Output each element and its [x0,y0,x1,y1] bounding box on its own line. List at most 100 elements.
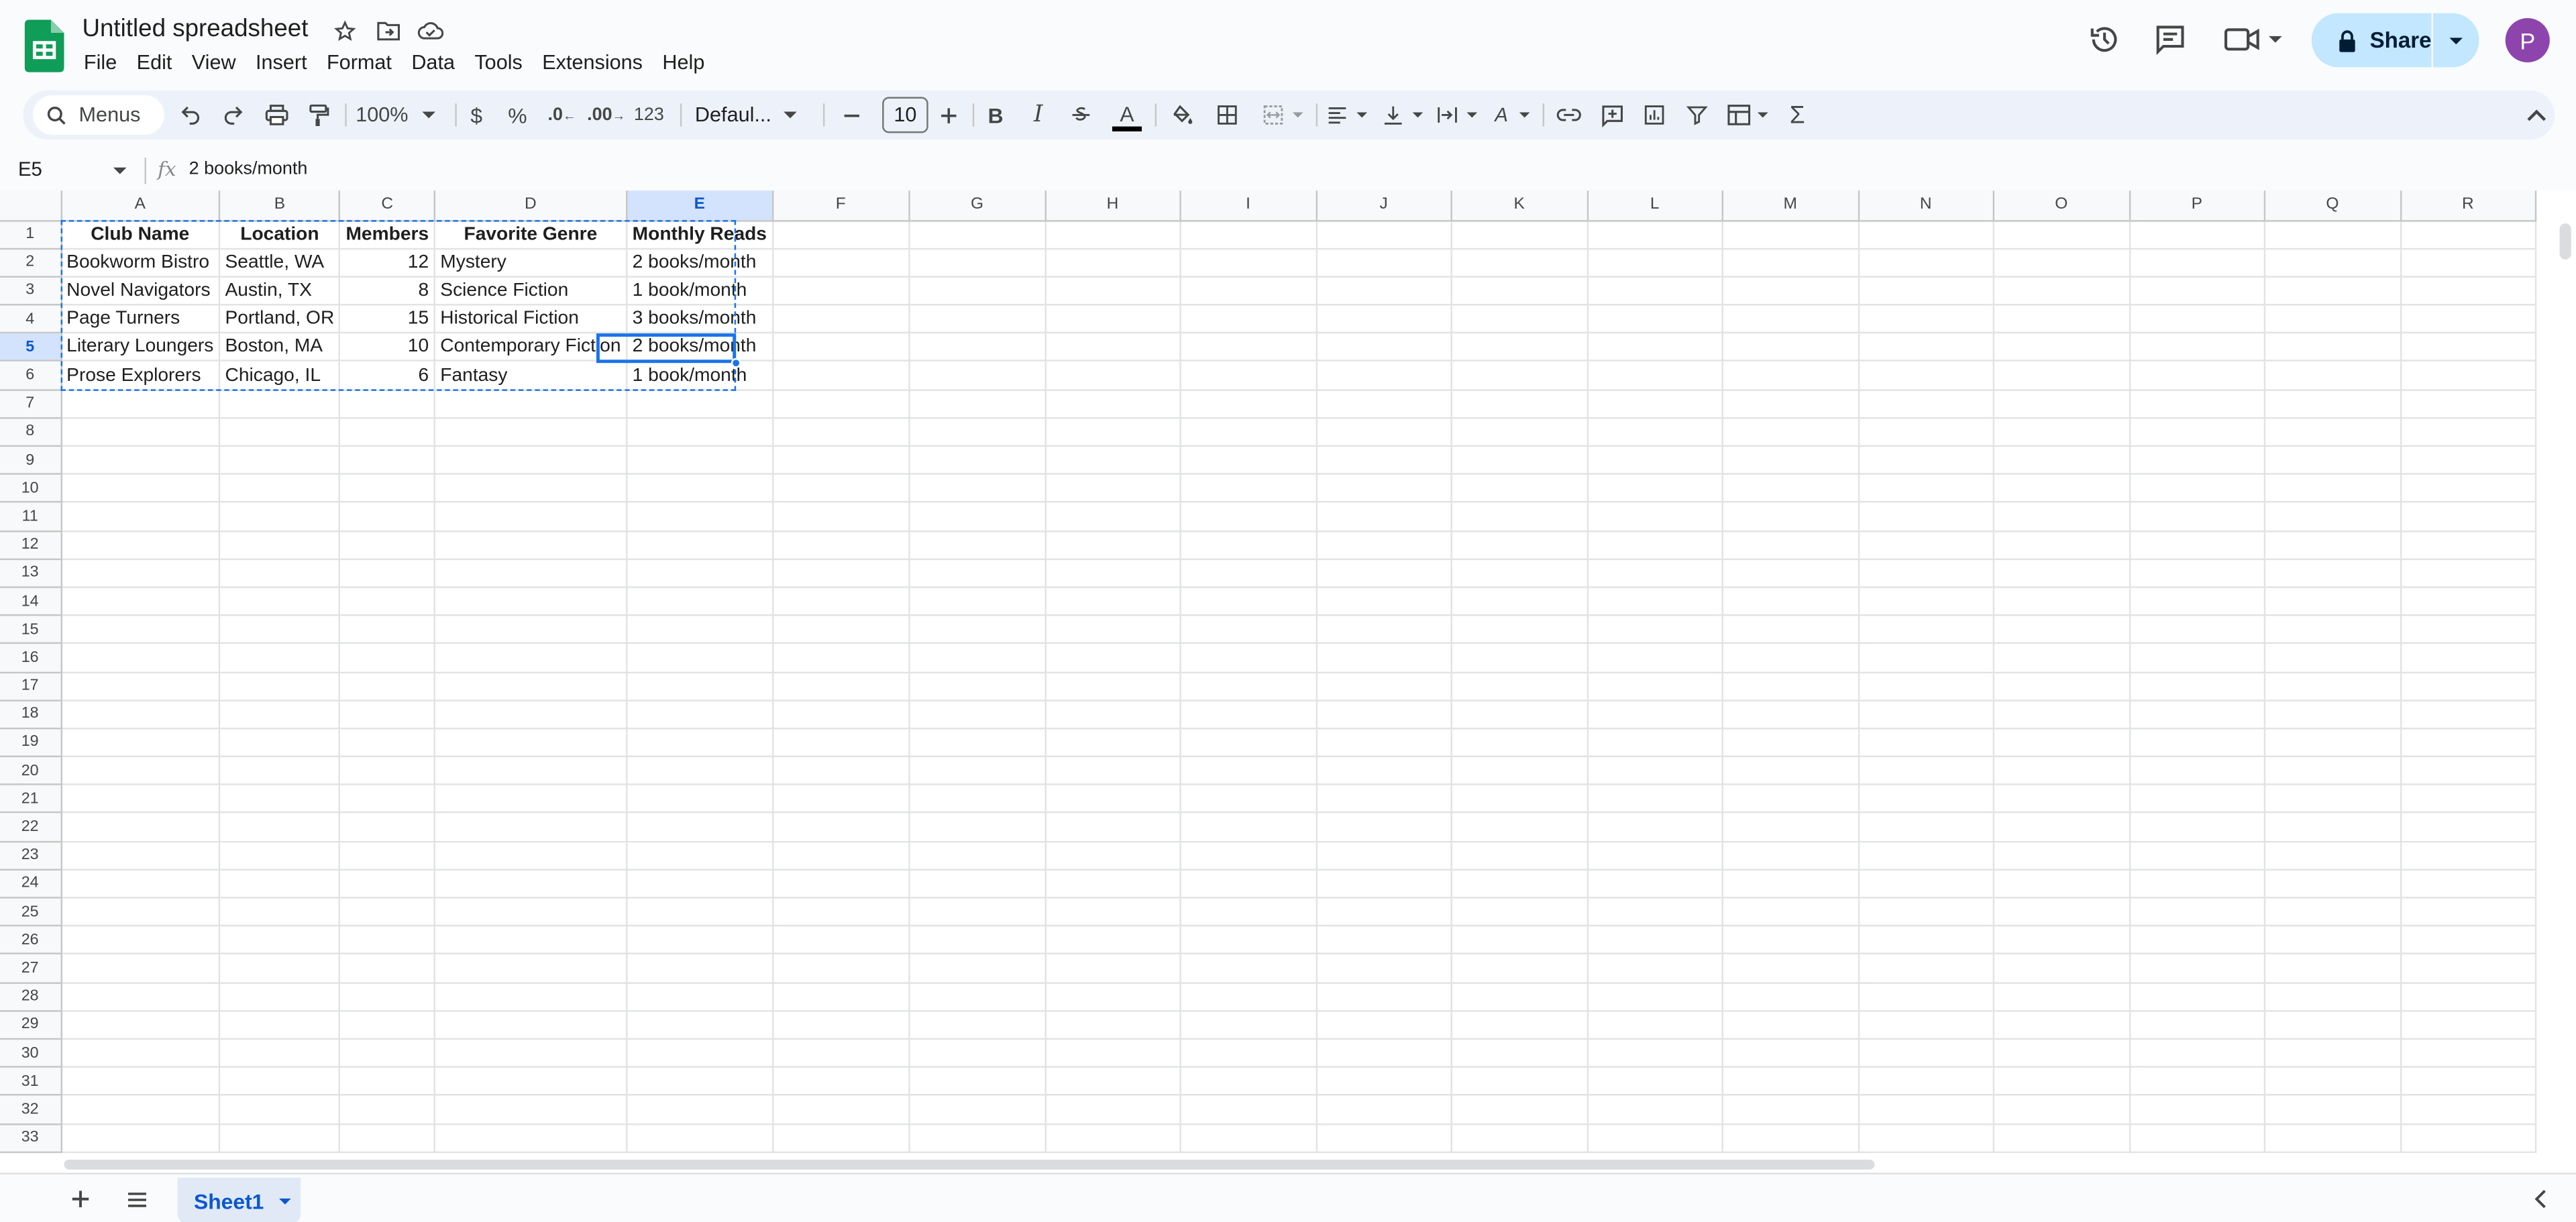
cell[interactable]: Prose Explorers [60,361,221,390]
cell[interactable] [1858,926,1994,955]
cell[interactable] [1045,813,1181,842]
cell[interactable] [1045,1095,1181,1125]
cell[interactable] [908,700,1046,730]
cell[interactable] [772,954,910,983]
cell[interactable] [2400,615,2536,645]
add-sheet-icon[interactable] [66,1184,95,1214]
row-header[interactable]: 25 [0,897,62,927]
cell[interactable] [1858,276,1994,306]
cell[interactable] [2129,276,2265,306]
cell[interactable] [1587,700,1723,730]
cell[interactable] [2129,417,2265,447]
cell[interactable] [2400,671,2536,701]
share-button[interactable]: Share [2311,13,2432,68]
cell[interactable] [772,220,910,249]
row-header[interactable]: 11 [0,502,62,532]
cell[interactable] [1316,587,1452,616]
cell[interactable] [2400,841,2536,871]
cell[interactable] [1722,587,1860,616]
column-header[interactable]: L [1587,190,1723,221]
column-header[interactable]: E [627,190,773,221]
cell[interactable] [2129,982,2265,1011]
cell[interactable] [772,728,910,758]
column-header[interactable]: B [219,190,341,221]
cell[interactable] [1722,897,1860,927]
cell[interactable] [219,869,341,899]
cell[interactable] [908,1066,1046,1097]
italic-icon[interactable]: I [1022,91,1055,140]
column-header[interactable]: Q [2264,190,2402,221]
column-header[interactable]: D [434,190,628,221]
name-box[interactable]: E5 [18,158,42,180]
cell[interactable] [60,1095,221,1125]
cell[interactable] [908,445,1046,476]
print-icon[interactable] [260,91,292,140]
cell[interactable] [434,615,628,645]
cell[interactable] [1722,1038,1860,1068]
cell[interactable] [2400,785,2536,814]
strikethrough-icon[interactable] [1065,91,1097,140]
cell[interactable] [1451,587,1589,616]
cell[interactable] [219,531,341,560]
number-format-button[interactable]: 123 [631,91,667,140]
row-header[interactable]: 5 [0,333,62,362]
cell[interactable] [1316,1095,1452,1125]
cell[interactable] [1316,333,1452,362]
cell[interactable] [1858,615,1994,645]
cell[interactable] [1451,333,1589,362]
cell[interactable] [1858,220,1994,249]
cell[interactable] [1316,417,1452,447]
cell[interactable] [627,389,773,419]
font-size-increase-button[interactable] [932,91,965,140]
cell[interactable]: Contemporary Fiction [434,333,628,362]
cell[interactable] [1993,1123,2131,1153]
cell[interactable] [627,445,773,476]
cell[interactable] [60,587,221,616]
cell[interactable] [1993,248,2131,278]
cell[interactable] [908,248,1046,278]
cell[interactable] [1316,785,1452,814]
cell[interactable] [1316,531,1452,560]
cell[interactable] [1179,982,1318,1011]
cell[interactable] [908,276,1046,306]
cell[interactable] [908,531,1046,560]
cell[interactable] [2129,1066,2265,1097]
cell[interactable] [1722,248,1860,278]
version-history-icon[interactable] [2083,13,2126,66]
cell[interactable] [1858,445,1994,476]
fill-color-icon[interactable] [1163,91,1199,140]
cell[interactable]: Location [219,220,341,249]
paint-format-icon[interactable] [303,91,335,140]
cell[interactable] [2264,671,2402,701]
cell[interactable] [1587,897,1723,927]
cell[interactable] [1858,897,1994,927]
cell[interactable] [2400,1010,2536,1040]
cell[interactable]: Mystery [434,248,628,278]
cell[interactable] [1045,785,1181,814]
cell[interactable] [1993,869,2131,899]
cell[interactable] [1316,1010,1452,1040]
cell[interactable] [1045,756,1181,786]
document-title[interactable]: Untitled spreadsheet [82,15,308,43]
currency-format-button[interactable]: $ [460,91,493,140]
cell[interactable] [908,587,1046,616]
cell[interactable] [627,756,773,786]
column-header[interactable]: H [1045,190,1181,221]
cloud-status-icon[interactable] [414,15,447,48]
cell[interactable] [1993,531,2131,560]
cell[interactable] [1045,587,1181,616]
cell[interactable] [339,1095,435,1125]
cell[interactable] [1587,756,1723,786]
cell[interactable] [339,813,435,842]
cell[interactable] [2129,304,2265,334]
cell[interactable] [2264,897,2402,927]
cell[interactable] [219,417,341,447]
cell[interactable] [1858,417,1994,447]
cell[interactable] [434,559,628,588]
cell[interactable] [339,417,435,447]
cell[interactable] [1722,333,1860,362]
cell[interactable] [1316,813,1452,842]
chevron-down-icon[interactable] [277,1193,292,1208]
cell[interactable] [1858,531,1994,560]
cell[interactable] [434,841,628,871]
